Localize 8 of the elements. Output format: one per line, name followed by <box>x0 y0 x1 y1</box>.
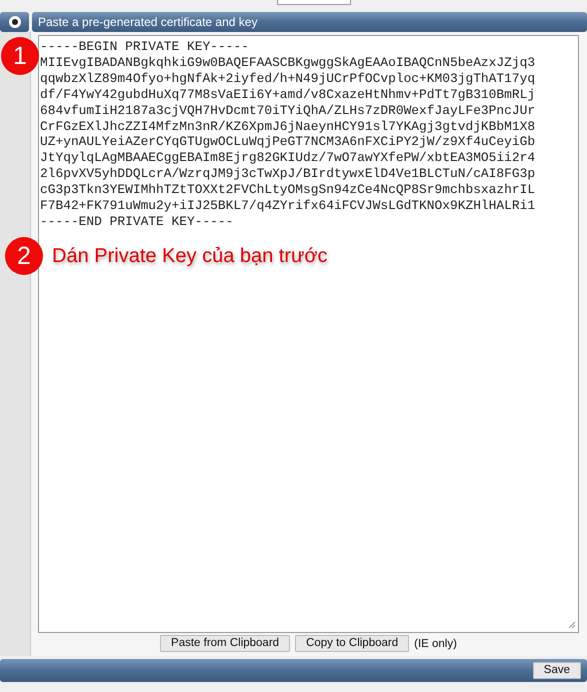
annotation-text: Dán Private Key của bạn trước <box>52 245 328 268</box>
resize-grip-icon[interactable] <box>568 621 576 629</box>
section-title: Paste a pre-generated certificate and key <box>32 12 587 32</box>
clipboard-button[interactable]: Copy to Clipboard <box>295 635 410 652</box>
section-radio[interactable] <box>0 12 29 32</box>
save-button[interactable]: Save <box>532 662 581 679</box>
clipboard-note: (IE only) <box>414 638 457 650</box>
clipboard-button[interactable]: Paste from Clipboard <box>160 635 290 652</box>
